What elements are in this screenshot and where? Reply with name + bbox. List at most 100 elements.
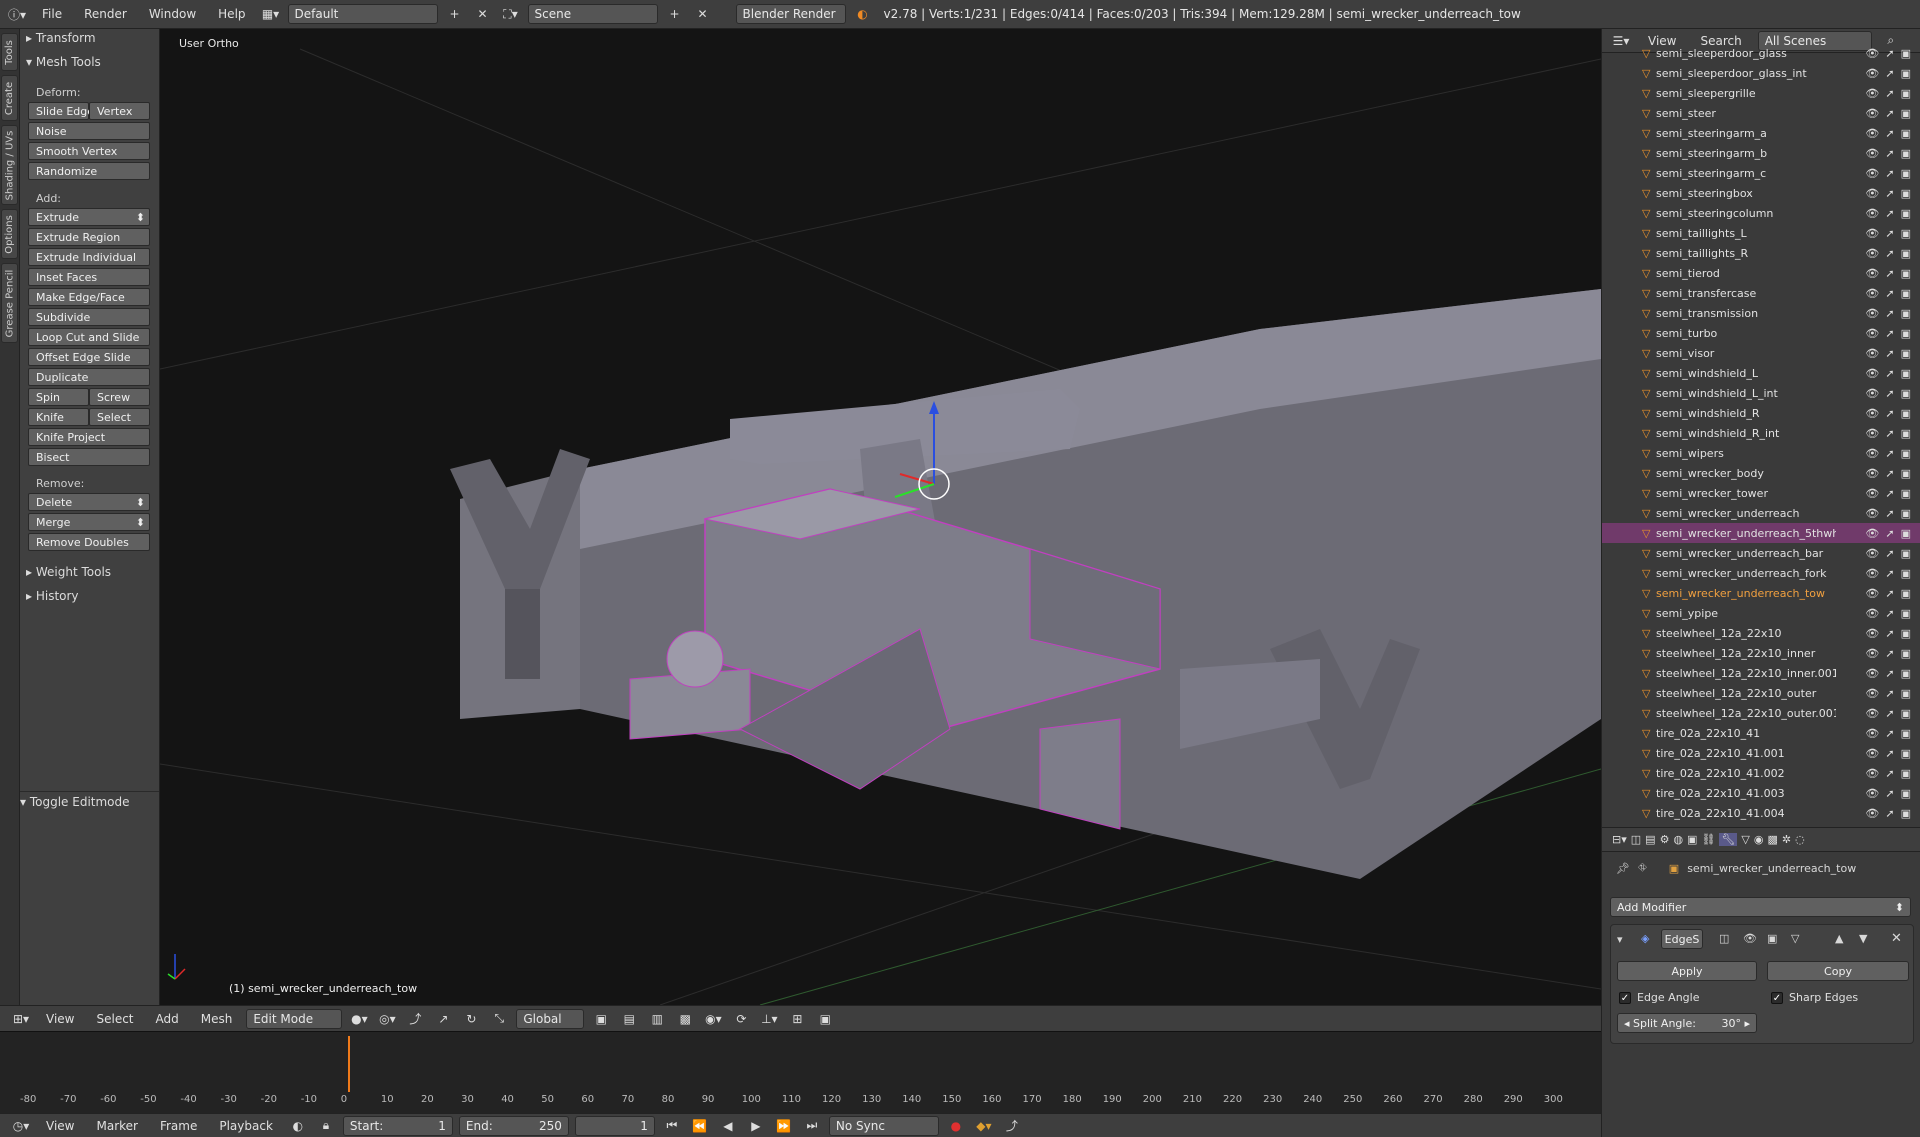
layers-tab-icon[interactable]: ▤: [1645, 833, 1655, 846]
spin-button[interactable]: Spin: [28, 388, 89, 406]
select-arrow-icon[interactable]: ➚: [1885, 107, 1894, 120]
render-camera-icon[interactable]: ▣: [1901, 307, 1911, 320]
play-reverse-icon[interactable]: ◀: [717, 1116, 739, 1136]
timeline-editor-icon[interactable]: ◷▾: [10, 1116, 32, 1136]
outliner-row[interactable]: ▽ semi_transfercase 👁︎ ➚ ▣: [1602, 283, 1920, 303]
visibility-eye-icon[interactable]: 👁︎: [1865, 787, 1879, 800]
render-camera-icon[interactable]: ▣: [1901, 707, 1911, 720]
timeline-area[interactable]: -80 -70 -60 -50 -40 -30 -20 -10 0 10 20 30 40 50 60 70 8…: [0, 1031, 1601, 1113]
select-arrow-icon[interactable]: ➚: [1885, 207, 1894, 220]
render-camera-icon[interactable]: ▣: [1901, 67, 1911, 80]
visibility-eye-icon[interactable]: 👁︎: [1865, 67, 1879, 80]
outliner-row[interactable]: ▽ steelwheel_12a_22x10 👁︎ ➚ ▣: [1602, 623, 1920, 643]
data-tab-icon[interactable]: ▽: [1741, 833, 1749, 846]
select-arrow-icon[interactable]: ➚: [1885, 47, 1894, 60]
screen-layout-icon[interactable]: ▦▾: [260, 4, 282, 24]
render-camera-icon[interactable]: ▣: [1901, 487, 1911, 500]
visibility-eye-icon[interactable]: 👁︎: [1865, 187, 1879, 200]
remove-doubles-button[interactable]: Remove Doubles: [28, 533, 150, 551]
render-camera-icon[interactable]: ▣: [1901, 127, 1911, 140]
render-camera-icon[interactable]: ▣: [1901, 567, 1911, 580]
render-camera-icon[interactable]: ▣: [1901, 647, 1911, 660]
select-arrow-icon[interactable]: ➚: [1885, 707, 1894, 720]
shading-mode-icon[interactable]: ●▾: [348, 1009, 370, 1029]
tab-options[interactable]: Options: [1, 209, 18, 259]
render-preview-icon[interactable]: ▣: [814, 1009, 836, 1029]
visibility-eye-icon[interactable]: 👁︎: [1865, 287, 1879, 300]
render-camera-icon[interactable]: ▣: [1901, 427, 1911, 440]
loop-cut-button[interactable]: Loop Cut and Slide: [28, 328, 150, 346]
visibility-eye-icon[interactable]: 👁︎: [1865, 647, 1879, 660]
render-camera-icon[interactable]: ▣: [1901, 47, 1911, 60]
visibility-eye-icon[interactable]: 👁︎: [1865, 307, 1879, 320]
outliner-row[interactable]: ▽ semi_wrecker_body 👁︎ ➚ ▣: [1602, 463, 1920, 483]
lock-icon[interactable]: 🔒︎: [315, 1116, 337, 1136]
visibility-eye-icon[interactable]: 👁︎: [1865, 467, 1879, 480]
editor-type-icon[interactable]: ⊞▾: [10, 1009, 32, 1029]
render-camera-icon[interactable]: ▣: [1901, 187, 1911, 200]
delete-select[interactable]: Delete ⬍: [28, 493, 150, 511]
select-arrow-icon[interactable]: ➚: [1885, 427, 1894, 440]
select-arrow-icon[interactable]: ➚: [1885, 247, 1894, 260]
select-arrow-icon[interactable]: ➚: [1885, 727, 1894, 740]
remove-modifier-icon[interactable]: ✕: [1891, 931, 1902, 946]
visibility-eye-icon[interactable]: 👁︎: [1865, 247, 1879, 260]
visibility-eye-icon[interactable]: 👁︎: [1865, 727, 1879, 740]
outliner-row[interactable]: ▽ semi_steeringcolumn 👁︎ ➚ ▣: [1602, 203, 1920, 223]
layers-icon[interactable]: ⊞: [786, 1009, 808, 1029]
select-arrow-icon[interactable]: ➚: [1885, 587, 1894, 600]
split-angle-field[interactable]: ◂ Split Angle: 30° ▸: [1617, 1013, 1757, 1033]
weight-tools-panel-header[interactable]: ▸ Weight Tools: [26, 565, 111, 579]
visibility-eye-icon[interactable]: 👁︎: [1865, 227, 1879, 240]
render-camera-icon[interactable]: ▣: [1901, 107, 1911, 120]
menu-select[interactable]: Select: [88, 1012, 141, 1026]
outliner-row[interactable]: ▽ semi_wrecker_underreach_fork 👁︎ ➚ ▣: [1602, 563, 1920, 583]
constraints-tab-icon[interactable]: ⛓: [1701, 833, 1715, 846]
menu-mesh[interactable]: Mesh: [193, 1012, 241, 1026]
slide-edge-button[interactable]: Slide Edge: [28, 102, 94, 120]
select-arrow-icon[interactable]: ➚: [1885, 627, 1894, 640]
viewport-toggle-icon[interactable]: 👁︎: [1743, 932, 1757, 945]
render-camera-icon[interactable]: ▣: [1901, 87, 1911, 100]
outliner-row[interactable]: ▽ steelwheel_12a_22x10_inner 👁︎ ➚ ▣: [1602, 643, 1920, 663]
render-camera-icon[interactable]: ▣: [1901, 747, 1911, 760]
outliner-row[interactable]: ▽ semi_windshield_L 👁︎ ➚ ▣: [1602, 363, 1920, 383]
timeline-menu-playback[interactable]: Playback: [211, 1119, 281, 1133]
add-layout-icon[interactable]: +: [444, 4, 466, 24]
visibility-eye-icon[interactable]: 👁︎: [1865, 407, 1879, 420]
tab-shading-uvs[interactable]: Shading / UVs: [1, 125, 18, 205]
select-arrow-icon[interactable]: ➚: [1885, 347, 1894, 360]
outliner-row[interactable]: ▽ semi_ypipe 👁︎ ➚ ▣: [1602, 603, 1920, 623]
history-panel-header[interactable]: ▸ History: [26, 589, 79, 603]
render-camera-icon[interactable]: ▣: [1901, 687, 1911, 700]
info-icon[interactable]: ⓘ▾: [6, 4, 28, 24]
outliner-row[interactable]: ▽ tire_02a_22x10_41.004 👁︎ ➚ ▣: [1602, 803, 1920, 823]
visibility-eye-icon[interactable]: 👁︎: [1865, 167, 1879, 180]
outliner-row[interactable]: ▽ tire_02a_22x10_41.003 👁︎ ➚ ▣: [1602, 783, 1920, 803]
texture-tab-icon[interactable]: ▩: [1767, 833, 1777, 846]
menu-add[interactable]: Add: [148, 1012, 187, 1026]
manipulator-icon[interactable]: ⤴: [404, 1009, 426, 1029]
outliner-row[interactable]: ▽ semi_sleeperdoor_glass 👁︎ ➚ ▣: [1602, 43, 1920, 63]
add-scene-icon[interactable]: +: [664, 4, 686, 24]
render-camera-icon[interactable]: ▣: [1901, 407, 1911, 420]
physics-tab-icon[interactable]: ◌: [1795, 833, 1805, 846]
render-toggle-icon[interactable]: ◫: [1719, 932, 1729, 945]
select-arrow-icon[interactable]: ➚: [1885, 167, 1894, 180]
select-arrow-icon[interactable]: ➚: [1885, 767, 1894, 780]
select-arrow-icon[interactable]: ➚: [1885, 547, 1894, 560]
menu-window[interactable]: Window: [141, 7, 204, 21]
render-camera-icon[interactable]: ▣: [1901, 367, 1911, 380]
select-arrow-icon[interactable]: ➚: [1885, 267, 1894, 280]
current-frame-cursor[interactable]: [347, 1036, 350, 1092]
outliner-row[interactable]: ▽ semi_windshield_L_int 👁︎ ➚ ▣: [1602, 383, 1920, 403]
outliner-row[interactable]: ▽ steelwheel_12a_22x10_inner.001 👁︎ ➚ ▣: [1602, 663, 1920, 683]
close-scene-icon[interactable]: ✕: [692, 4, 714, 24]
preview-range-icon[interactable]: ◐: [287, 1116, 309, 1136]
knife-project-button[interactable]: Knife Project: [28, 428, 150, 446]
transform-panel-header[interactable]: ▸ Transform: [26, 31, 96, 45]
select-arrow-icon[interactable]: ➚: [1885, 307, 1894, 320]
tab-grease-pencil[interactable]: Grease Pencil: [1, 263, 18, 343]
outliner-row[interactable]: ▽ semi_sleepergrille 👁︎ ➚ ▣: [1602, 83, 1920, 103]
render-camera-icon[interactable]: ▣: [1901, 587, 1911, 600]
